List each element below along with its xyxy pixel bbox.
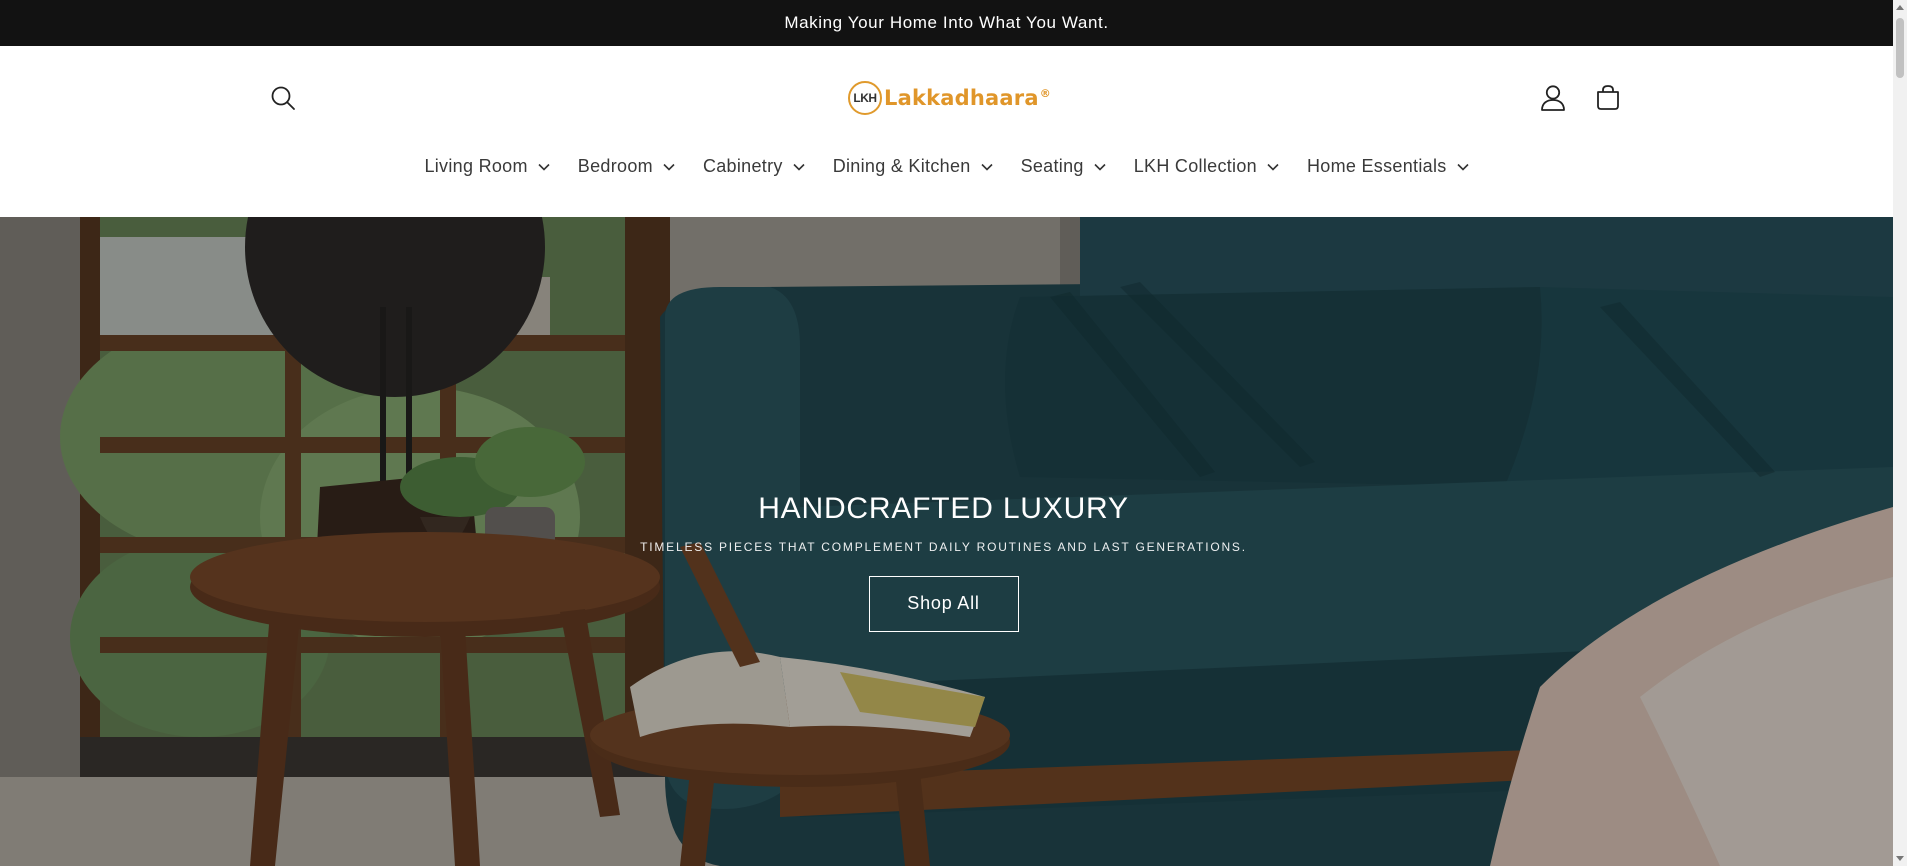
cart-icon (1597, 85, 1619, 110)
nav-item-label: Cabinetry (702, 156, 783, 176)
nav-item-seating[interactable]: Seating (1007, 148, 1120, 185)
nav-item-label: Dining & Kitchen (832, 156, 971, 176)
chevron-down-icon (538, 163, 550, 171)
page: Making Your Home Into What You Want. LKH… (0, 0, 1907, 866)
chevron-down-icon (1267, 163, 1279, 171)
announcement-text: Making Your Home Into What You Want. (784, 13, 1109, 32)
scroll-up-arrow[interactable] (1896, 5, 1904, 10)
search-icon (271, 86, 295, 110)
nav-item-dining-kitchen[interactable]: Dining & Kitchen (819, 148, 1007, 185)
site-header: LKH Lakkadhaara® Living Room Bedroom Cab… (0, 46, 1893, 217)
nav-item-label: Living Room (424, 156, 528, 176)
hero-subtitle: TIMELESS PIECES THAT COMPLEMENT DAILY RO… (640, 540, 1247, 554)
hero-title: HANDCRAFTED LUXURY (758, 492, 1129, 525)
nav-item-label: Home Essentials (1306, 156, 1447, 176)
nav-item-lkh-collection[interactable]: LKH Collection (1120, 148, 1293, 185)
shop-all-button[interactable]: Shop All (868, 576, 1019, 632)
chevron-down-icon (980, 163, 993, 171)
chevron-down-icon (663, 163, 675, 171)
site-logo[interactable]: LKH Lakkadhaara® (848, 78, 1051, 118)
logo-mark: LKH (848, 81, 882, 115)
main-nav: Living Room Bedroom Cabinetry Dining & K… (0, 148, 1893, 185)
account-button[interactable] (1533, 78, 1573, 118)
cart-button[interactable] (1588, 78, 1628, 118)
nav-item-label: Bedroom (577, 156, 653, 176)
chevron-down-icon (1094, 163, 1106, 171)
scroll-down-arrow[interactable] (1896, 856, 1904, 861)
nav-item-label: Seating (1020, 156, 1084, 176)
chevron-down-icon (793, 163, 805, 171)
page-scrollbar[interactable] (1893, 0, 1907, 866)
search-button[interactable] (263, 78, 303, 118)
chevron-down-icon (1456, 163, 1469, 171)
announcement-bar: Making Your Home Into What You Want. (0, 0, 1893, 46)
hero-banner: HANDCRAFTED LUXURY TIMELESS PIECES THAT … (0, 217, 1893, 866)
scroll-thumb[interactable] (1896, 18, 1904, 78)
nav-item-bedroom[interactable]: Bedroom (564, 148, 689, 185)
nav-item-cabinetry[interactable]: Cabinetry (689, 148, 819, 185)
nav-item-label: LKH Collection (1133, 156, 1257, 176)
hero-content: HANDCRAFTED LUXURY TIMELESS PIECES THAT … (0, 492, 1887, 632)
account-icon (1541, 85, 1565, 111)
logo-text: Lakkadhaara® (884, 86, 1051, 110)
logo-name: Lakkadhaara (884, 86, 1039, 110)
logo-registered-mark: ® (1039, 87, 1051, 100)
nav-item-home-essentials[interactable]: Home Essentials (1293, 148, 1483, 185)
nav-item-living-room[interactable]: Living Room (410, 148, 563, 185)
